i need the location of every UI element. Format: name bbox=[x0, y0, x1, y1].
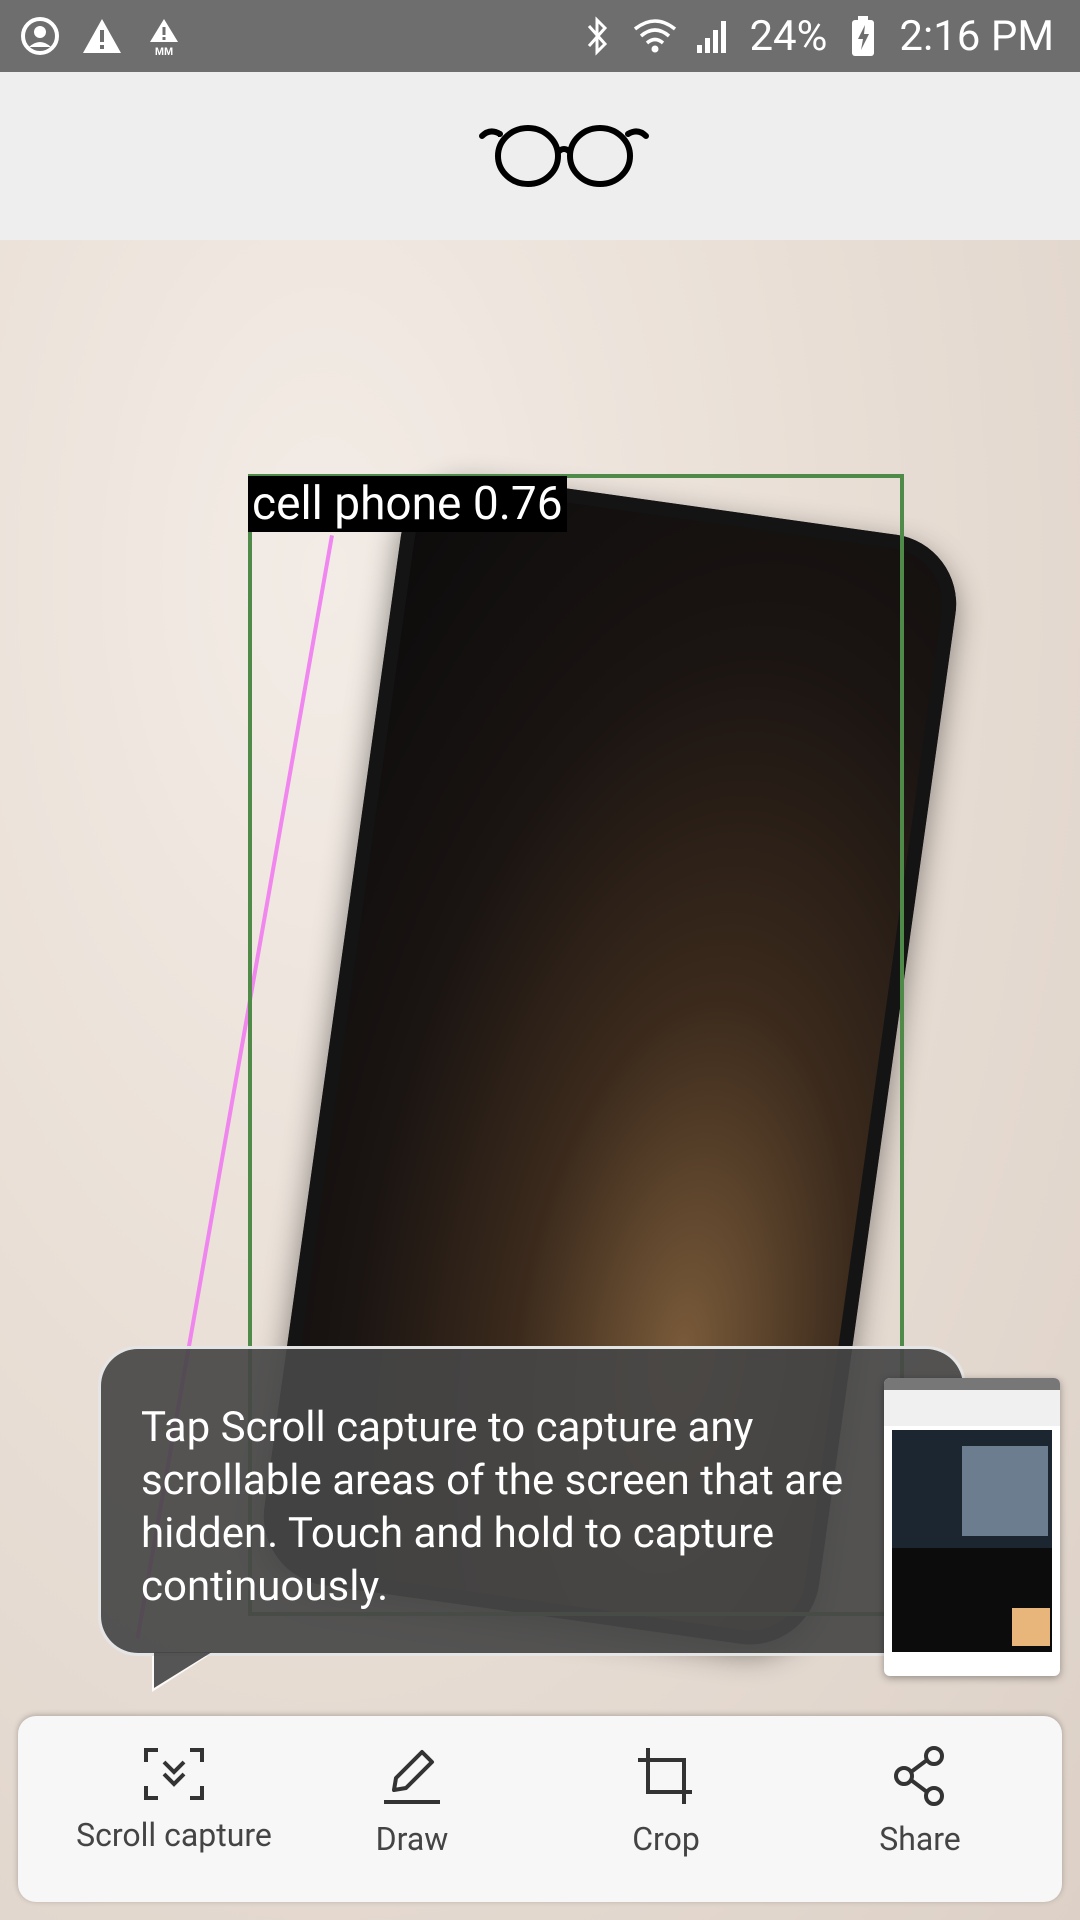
screenshot-thumbnail[interactable] bbox=[884, 1378, 1060, 1676]
signal-icon bbox=[691, 14, 735, 58]
scroll-capture-button[interactable]: Scroll capture bbox=[74, 1746, 274, 1854]
status-bar: MM 24% 2:16 PM bbox=[0, 0, 1080, 72]
share-icon bbox=[894, 1746, 944, 1806]
glasses-icon bbox=[479, 125, 649, 187]
crop-label: Crop bbox=[632, 1820, 700, 1858]
warning-icon bbox=[80, 14, 124, 58]
thumbnail-preview bbox=[892, 1430, 1052, 1652]
detection-label: cell phone 0.76 bbox=[248, 476, 567, 532]
scroll-capture-label: Scroll capture bbox=[76, 1816, 272, 1854]
share-label: Share bbox=[879, 1820, 961, 1858]
status-left-icons: MM bbox=[18, 14, 186, 58]
scroll-capture-icon bbox=[144, 1748, 204, 1800]
status-right: 24% 2:16 PM bbox=[575, 0, 1054, 72]
tooltip-tail bbox=[154, 1652, 212, 1688]
crop-icon bbox=[638, 1748, 692, 1804]
thumbnail-note bbox=[1012, 1608, 1050, 1646]
thumbnail-monitor bbox=[962, 1446, 1048, 1536]
scroll-capture-tooltip[interactable]: Tap Scroll capture to capture any scroll… bbox=[98, 1346, 966, 1656]
battery-charging-icon bbox=[841, 14, 885, 58]
wifi-icon bbox=[633, 14, 677, 58]
tooltip-text: Tap Scroll capture to capture any scroll… bbox=[141, 1403, 844, 1611]
draw-button[interactable]: Draw bbox=[312, 1746, 512, 1858]
thumbnail-status-bar bbox=[884, 1378, 1060, 1390]
account-circle-icon bbox=[18, 14, 62, 58]
bluetooth-icon bbox=[575, 14, 619, 58]
draw-label: Draw bbox=[375, 1820, 449, 1858]
screenshot-toolbar: Scroll capture Draw Crop Share bbox=[18, 1716, 1062, 1902]
clock: 2:16 PM bbox=[899, 11, 1054, 61]
thumbnail-app-bar bbox=[884, 1390, 1060, 1426]
mm-warning-icon: MM bbox=[142, 14, 186, 58]
app-bar bbox=[0, 72, 1080, 240]
crop-button[interactable]: Crop bbox=[566, 1746, 766, 1858]
share-button[interactable]: Share bbox=[820, 1746, 1020, 1858]
svg-text:MM: MM bbox=[155, 46, 173, 56]
pen-icon bbox=[384, 1750, 440, 1804]
battery-percent: 24% bbox=[749, 11, 828, 61]
